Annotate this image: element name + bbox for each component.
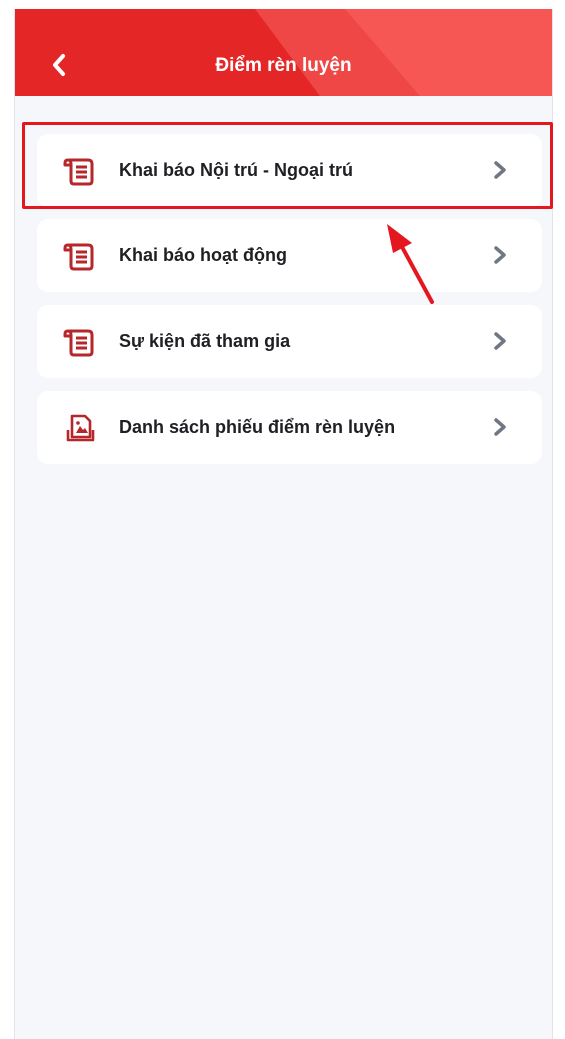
image-document-icon bbox=[61, 409, 99, 447]
menu-item-label: Khai báo hoạt động bbox=[119, 245, 287, 265]
chevron-right-icon bbox=[488, 415, 512, 439]
chevron-right-icon bbox=[488, 329, 512, 353]
chevron-right-icon bbox=[488, 243, 512, 267]
menu-item-label: Danh sách phiếu điểm rèn luyện bbox=[119, 417, 396, 437]
menu-item-label: Sự kiện đã tham gia bbox=[119, 331, 291, 351]
document-list-icon bbox=[61, 323, 99, 361]
document-list-icon bbox=[61, 237, 99, 275]
menu-item-score-sheets[interactable]: Danh sách phiếu điểm rèn luyện bbox=[37, 391, 542, 464]
page-title: Điểm rèn luyện bbox=[215, 55, 352, 76]
document-list-icon bbox=[61, 152, 99, 190]
menu-item-label: Khai báo Nội trú - Ngoại trú bbox=[119, 160, 353, 180]
chevron-right-icon bbox=[488, 158, 512, 182]
menu-item-boarding-declaration[interactable]: Khai báo Nội trú - Ngoại trú bbox=[37, 134, 542, 207]
app-screen: Điểm rèn luyện Khai báo Nội trú - Ngoại … bbox=[14, 9, 553, 1039]
app-header: Điểm rèn luyện bbox=[15, 9, 552, 96]
menu-item-activity-declaration[interactable]: Khai báo hoạt động bbox=[37, 219, 542, 292]
menu-item-events-joined[interactable]: Sự kiện đã tham gia bbox=[37, 305, 542, 378]
